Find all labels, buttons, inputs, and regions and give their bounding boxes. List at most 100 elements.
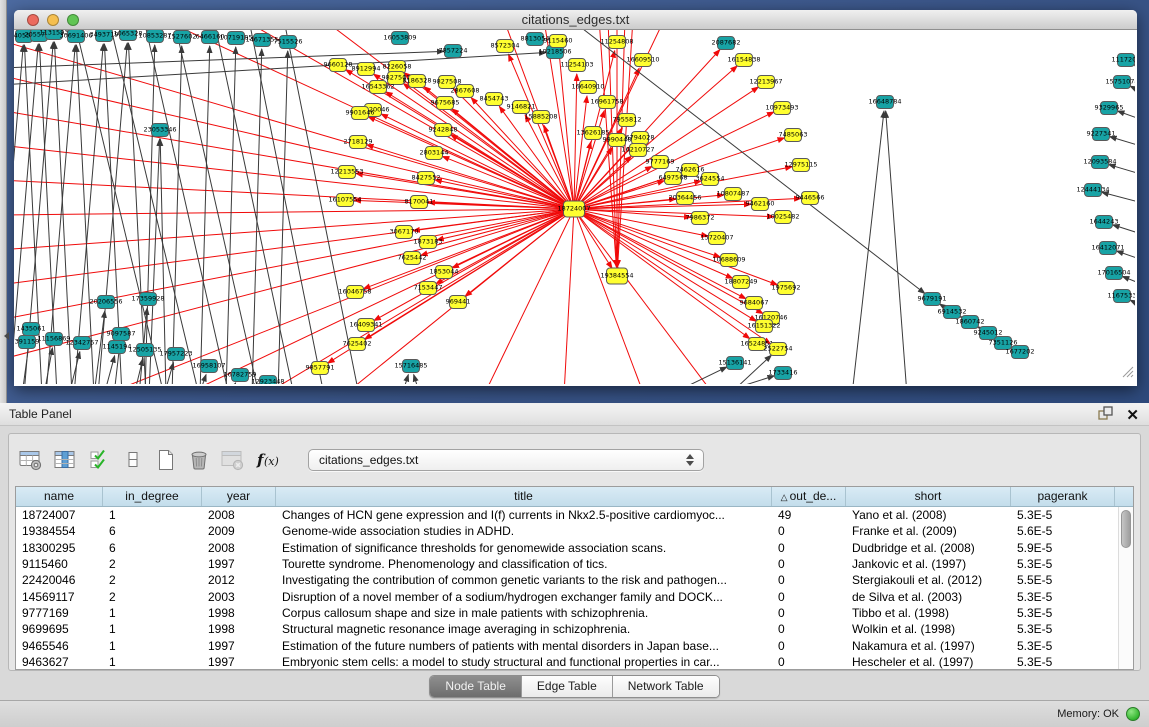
- table-cell[interactable]: Nakamura et al. (1997): [846, 638, 1011, 654]
- table-cell[interactable]: 1: [103, 654, 202, 670]
- table-cell[interactable]: 0: [772, 572, 846, 588]
- column-header-short[interactable]: short: [846, 487, 1011, 506]
- network-edge[interactable]: [1117, 251, 1135, 264]
- table-cell[interactable]: 9115460: [16, 556, 103, 572]
- table-row[interactable]: 2242004622012Investigating the contribut…: [16, 572, 1133, 588]
- table-cell[interactable]: 5.3E-5: [1011, 621, 1115, 637]
- select-all-columns-icon[interactable]: [89, 448, 111, 472]
- table-cell[interactable]: 1997: [202, 654, 276, 670]
- table-cell[interactable]: 6: [103, 540, 202, 556]
- network-canvas[interactable]: 9405574205571711315933069140634937191065…: [14, 30, 1135, 384]
- network-edge[interactable]: [608, 30, 617, 267]
- float-window-icon[interactable]: [1098, 406, 1113, 426]
- network-edge[interactable]: [164, 30, 574, 209]
- table-cell[interactable]: Wolkin et al. (1998): [846, 621, 1011, 637]
- memory-status-indicator[interactable]: [1126, 707, 1140, 721]
- table-cell[interactable]: 5.3E-5: [1011, 556, 1115, 572]
- table-cell[interactable]: Stergiakouli et al. (2012): [846, 572, 1011, 588]
- close-icon[interactable]: ✕: [1126, 408, 1139, 424]
- network-edge[interactable]: [1122, 276, 1135, 289]
- delete-table-icon[interactable]: [188, 448, 210, 472]
- network-edge[interactable]: [451, 135, 574, 209]
- table-cell[interactable]: 2008: [202, 540, 276, 556]
- table-cell[interactable]: 1998: [202, 605, 276, 621]
- table-cell[interactable]: de Silva et al. (2003): [846, 589, 1011, 605]
- table-row[interactable]: 1830029562008Estimation of significance …: [16, 540, 1133, 556]
- table-cell[interactable]: 0: [772, 556, 846, 572]
- table-cell[interactable]: Disruption of a novel member of a sodium…: [276, 589, 772, 605]
- network-edge[interactable]: [484, 209, 574, 384]
- table-cell[interactable]: Investigating the contribution of common…: [276, 572, 772, 588]
- table-scrollbar-thumb[interactable]: [1121, 510, 1131, 548]
- table-cell[interactable]: 14569117: [16, 589, 103, 605]
- network-window-titlebar[interactable]: citations_edges.txt: [14, 10, 1137, 30]
- table-cell[interactable]: Jankovic et al. (1997): [846, 556, 1011, 572]
- network-edge[interactable]: [852, 111, 884, 384]
- table-cell[interactable]: 0: [772, 523, 846, 539]
- column-header-name[interactable]: name: [16, 487, 103, 506]
- table-cell[interactable]: 0: [772, 540, 846, 556]
- table-row[interactable]: 1456911722003Disruption of a novel membe…: [16, 589, 1133, 605]
- table-cell[interactable]: Embryonic stem cells: a model to study s…: [276, 654, 772, 670]
- network-edge[interactable]: [1109, 165, 1135, 178]
- table-cell[interactable]: 0: [772, 654, 846, 670]
- table-row[interactable]: 1872400712008Changes of HCN gene express…: [16, 507, 1133, 523]
- table-cell[interactable]: 5.3E-5: [1011, 589, 1115, 605]
- function-builder-icon[interactable]: f (x): [256, 448, 284, 472]
- network-edge[interactable]: [368, 117, 574, 209]
- table-cell[interactable]: 2008: [202, 507, 276, 523]
- network-edge[interactable]: [1117, 111, 1135, 124]
- table-cell[interactable]: 9777169: [16, 605, 103, 621]
- table-cell[interactable]: 5.3E-5: [1011, 605, 1115, 621]
- table-cell[interactable]: 1: [103, 621, 202, 637]
- table-selector-dropdown[interactable]: citations_edges.txt: [308, 449, 704, 471]
- network-edge[interactable]: [1102, 192, 1135, 206]
- table-cell[interactable]: Franke et al. (2009): [846, 523, 1011, 539]
- table-cell[interactable]: 0: [772, 638, 846, 654]
- table-cell[interactable]: Hescheler et al. (1997): [846, 654, 1011, 670]
- network-edge[interactable]: [172, 46, 182, 384]
- table-row[interactable]: 1938455462009Genome-wide association stu…: [16, 523, 1133, 539]
- table-cell[interactable]: Yano et al. (2008): [846, 507, 1011, 523]
- network-edge[interactable]: [564, 209, 574, 384]
- network-edge[interactable]: [104, 356, 115, 384]
- new-table-icon[interactable]: [155, 448, 177, 472]
- network-edge[interactable]: [1113, 225, 1135, 238]
- table-row[interactable]: 977716911998Corpus callosum shape and si…: [16, 605, 1133, 621]
- table-row[interactable]: 946554611997Estimation of the future num…: [16, 638, 1133, 654]
- network-edge[interactable]: [669, 367, 727, 384]
- network-edge[interactable]: [574, 111, 604, 209]
- table-cell[interactable]: 2: [103, 589, 202, 605]
- table-cell[interactable]: 49: [772, 507, 846, 523]
- network-edge[interactable]: [1134, 64, 1135, 76]
- table-cell[interactable]: 0: [772, 589, 846, 605]
- hide-columns-icon[interactable]: [122, 448, 144, 472]
- table-cell[interactable]: Genome-wide association studies in ADHD.: [276, 523, 772, 539]
- network-edge[interactable]: [14, 209, 574, 360]
- table-cell[interactable]: Dudbridge et al. (2008): [846, 540, 1011, 556]
- table-cell[interactable]: 0: [772, 621, 846, 637]
- table-cell[interactable]: 1: [103, 638, 202, 654]
- show-columns-icon[interactable]: [54, 448, 78, 472]
- network-edge[interactable]: [363, 209, 574, 289]
- table-cell[interactable]: 9699695: [16, 621, 103, 637]
- node-table[interactable]: namein_degreeyeartitle△out_de...shortpag…: [15, 486, 1134, 670]
- table-cell[interactable]: 19384554: [16, 523, 103, 539]
- network-window[interactable]: citations_edges.txt 94055742055717113159…: [14, 10, 1137, 386]
- table-cell[interactable]: Tourette syndrome. Phenomenology and cla…: [276, 556, 772, 572]
- network-edge[interactable]: [886, 111, 907, 384]
- network-edge[interactable]: [402, 375, 408, 384]
- table-cell[interactable]: Estimation of the future numbers of pati…: [276, 638, 772, 654]
- network-edge[interactable]: [14, 145, 574, 209]
- network-edge[interactable]: [1130, 300, 1135, 312]
- network-edge[interactable]: [421, 209, 574, 255]
- table-cell[interactable]: 5.3E-5: [1011, 638, 1115, 654]
- network-edge[interactable]: [229, 383, 236, 384]
- table-cell[interactable]: 2: [103, 572, 202, 588]
- resize-grip[interactable]: [1121, 365, 1134, 383]
- network-edge[interactable]: [252, 49, 262, 384]
- table-cell[interactable]: 9465546: [16, 638, 103, 654]
- tab-network-table[interactable]: Network Table: [613, 676, 719, 697]
- network-edge[interactable]: [278, 51, 288, 384]
- table-cell[interactable]: 5.5E-5: [1011, 572, 1115, 588]
